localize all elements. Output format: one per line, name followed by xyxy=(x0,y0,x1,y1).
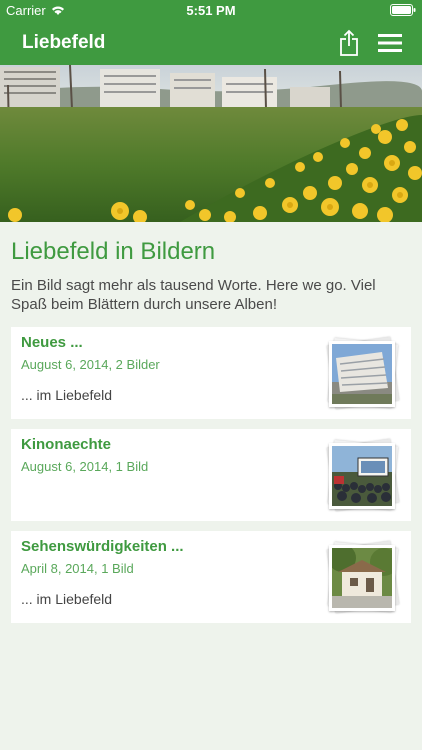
album-thumbnail xyxy=(323,333,403,415)
album-title: Sehenswürdigkeiten ... xyxy=(21,538,184,555)
album-photo xyxy=(329,341,395,407)
album-photo xyxy=(329,443,395,509)
share-icon[interactable] xyxy=(336,29,362,57)
status-time: 5:51 PM xyxy=(186,3,236,18)
album-meta: April 8, 2014, 1 Bild xyxy=(21,561,134,576)
album-card-neues[interactable]: Neues ... August 6, 2014, 2 Bilder ... i… xyxy=(11,327,411,419)
album-title: Kinonaechte xyxy=(21,436,112,453)
album-meta: August 6, 2014, 1 Bild xyxy=(21,459,149,474)
page-intro: Ein Bild sagt mehr als tausend Worte. He… xyxy=(11,277,376,313)
album-description: ... im Liebefeld xyxy=(21,591,113,607)
hero-image xyxy=(0,65,422,222)
album-card-kinonaechte[interactable]: Kinonaechte August 6, 2014, 1 Bild xyxy=(11,429,411,521)
status-bar: Carrier 5:51 PM xyxy=(0,0,422,21)
nav-title: Liebefeld xyxy=(22,32,106,53)
album-thumbnail xyxy=(323,537,403,619)
album-photo xyxy=(329,545,395,611)
navigation-bar: Liebefeld xyxy=(0,21,422,65)
album-title: Neues ... xyxy=(21,334,83,351)
album-meta: August 6, 2014, 2 Bilder xyxy=(21,357,160,372)
page-title: Liebefeld in Bildern xyxy=(11,238,216,265)
hamburger-menu-icon[interactable] xyxy=(378,33,402,53)
album-description: ... im Liebefeld xyxy=(21,387,113,403)
battery-icon xyxy=(390,4,416,19)
album-thumbnail xyxy=(323,435,403,517)
album-card-sehenswuerdigkeiten[interactable]: Sehenswürdigkeiten ... April 8, 2014, 1 … xyxy=(11,531,411,623)
